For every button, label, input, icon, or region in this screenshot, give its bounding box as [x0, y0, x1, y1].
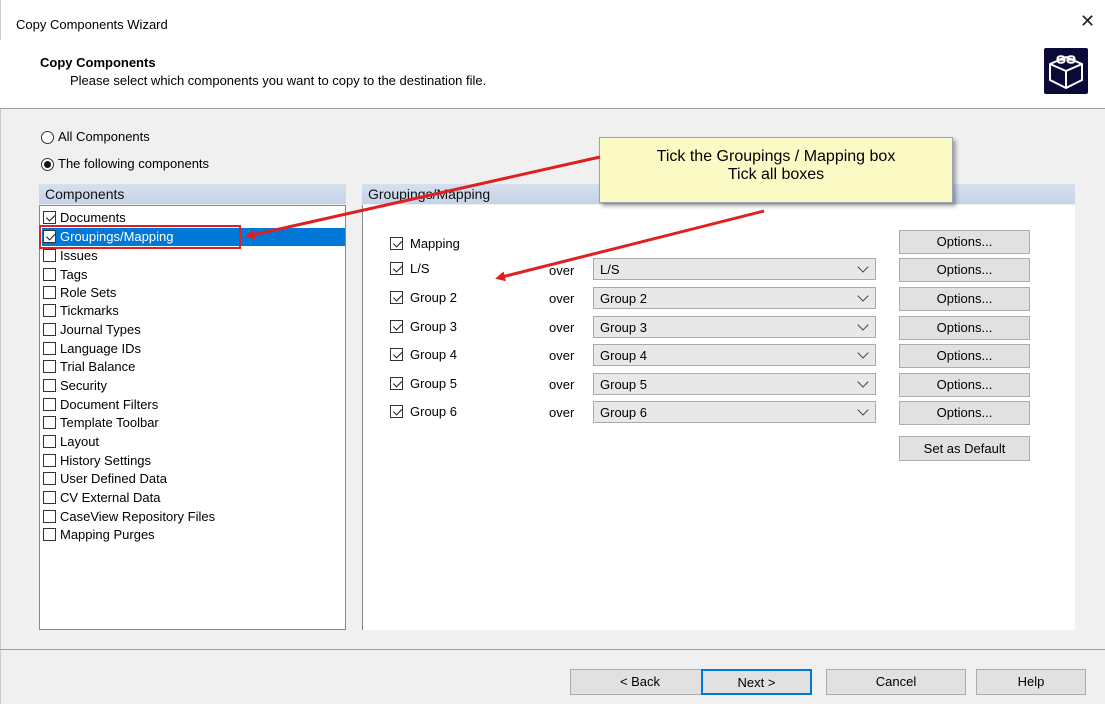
list-item[interactable]: Issues [42, 247, 345, 265]
checkbox-icon[interactable] [43, 398, 56, 411]
over-label: over [549, 320, 575, 335]
list-item[interactable]: Journal Types [42, 321, 345, 339]
group5-options-button[interactable]: Options... [899, 373, 1030, 397]
ls-options-button[interactable]: Options... [899, 258, 1030, 282]
callout-line-1: Tick the Groupings / Mapping box [656, 148, 896, 165]
checkbox-icon[interactable] [43, 360, 56, 373]
checkbox-icon[interactable] [43, 268, 56, 281]
chevron-down-icon [857, 404, 869, 416]
group6-checkbox[interactable] [390, 405, 403, 418]
components-header: Components [39, 184, 346, 204]
list-item[interactable]: Document Filters [42, 396, 345, 414]
list-item[interactable]: Tags [42, 266, 345, 284]
checkbox-icon[interactable] [43, 379, 56, 392]
list-item[interactable]: Security [42, 377, 345, 395]
checkbox-icon[interactable] [43, 472, 56, 485]
close-icon[interactable]: ✕ [1080, 11, 1095, 31]
list-item[interactable]: Tickmarks [42, 302, 345, 320]
group4-label: Group 4 [410, 347, 457, 362]
group3-options-button[interactable]: Options... [899, 316, 1030, 340]
group4-dropdown[interactable]: Group 4 [593, 344, 876, 366]
following-components-label[interactable]: The following components [58, 156, 209, 171]
group2-checkbox[interactable] [390, 291, 403, 304]
ls-dropdown-value: L/S [600, 262, 620, 277]
checkbox-icon[interactable] [43, 491, 56, 504]
group2-label: Group 2 [410, 290, 457, 305]
list-item[interactable]: Template Toolbar [42, 414, 345, 432]
list-item[interactable]: CaseView Repository Files [42, 508, 345, 526]
over-label: over [549, 405, 575, 420]
group6-dropdown[interactable]: Group 6 [593, 401, 876, 423]
checkbox-icon[interactable] [43, 323, 56, 336]
over-label: over [549, 377, 575, 392]
checkbox-icon[interactable] [43, 510, 56, 523]
group5-dropdown[interactable]: Group 5 [593, 373, 876, 395]
chevron-down-icon [857, 347, 869, 359]
mapping-options-button[interactable]: Options... [899, 230, 1030, 254]
chevron-down-icon [857, 319, 869, 331]
page-description: Please select which components you want … [70, 73, 487, 88]
ls-checkbox[interactable] [390, 262, 403, 275]
ls-dropdown[interactable]: L/S [593, 258, 876, 280]
group4-checkbox[interactable] [390, 348, 403, 361]
cancel-button[interactable]: Cancel [826, 669, 966, 695]
group6-dropdown-value: Group 6 [600, 405, 647, 420]
group4-options-button[interactable]: Options... [899, 344, 1030, 368]
chevron-down-icon [857, 290, 869, 302]
list-item[interactable]: Trial Balance [42, 358, 345, 376]
list-item[interactable]: Layout [42, 433, 345, 451]
components-list[interactable]: Documents Groupings/Mapping Issues Tags … [39, 205, 346, 630]
checkbox-icon[interactable] [43, 249, 56, 262]
group3-dropdown-value: Group 3 [600, 320, 647, 335]
over-label: over [549, 263, 575, 278]
all-components-radio[interactable] [41, 131, 54, 144]
over-label: over [549, 291, 575, 306]
group4-dropdown-value: Group 4 [600, 348, 647, 363]
checkbox-icon[interactable] [43, 454, 56, 467]
list-item[interactable]: Language IDs [42, 340, 345, 358]
list-item[interactable]: History Settings [42, 452, 345, 470]
annotation-callout: Tick the Groupings / Mapping box Tick al… [599, 137, 953, 203]
group3-label: Group 3 [410, 319, 457, 334]
page-title: Copy Components [40, 55, 156, 70]
checkbox-icon[interactable] [43, 342, 56, 355]
group2-dropdown[interactable]: Group 2 [593, 287, 876, 309]
group3-dropdown[interactable]: Group 3 [593, 316, 876, 338]
mapping-label: Mapping [410, 236, 460, 251]
list-item[interactable]: CV External Data [42, 489, 345, 507]
over-label: over [549, 348, 575, 363]
list-item[interactable]: User Defined Data [42, 470, 345, 488]
checkbox-icon[interactable] [43, 304, 56, 317]
checkbox-icon[interactable] [43, 435, 56, 448]
checkbox-icon[interactable] [43, 211, 56, 224]
group6-options-button[interactable]: Options... [899, 401, 1030, 425]
annotation-highlight-box [39, 225, 241, 249]
group5-checkbox[interactable] [390, 377, 403, 390]
checkbox-icon[interactable] [43, 416, 56, 429]
following-components-radio[interactable] [41, 158, 54, 171]
group5-dropdown-value: Group 5 [600, 377, 647, 392]
next-button[interactable]: Next > [701, 669, 812, 695]
group3-checkbox[interactable] [390, 320, 403, 333]
window-title: Copy Components Wizard [16, 17, 168, 32]
all-components-label[interactable]: All Components [58, 129, 150, 144]
lego-cube-icon [1044, 48, 1088, 94]
ls-label: L/S [410, 261, 430, 276]
set-as-default-button[interactable]: Set as Default [899, 436, 1030, 461]
checkbox-icon[interactable] [43, 528, 56, 541]
mapping-checkbox[interactable] [390, 237, 403, 250]
chevron-down-icon [857, 261, 869, 273]
list-item[interactable]: Mapping Purges [42, 526, 345, 544]
group2-options-button[interactable]: Options... [899, 287, 1030, 311]
group6-label: Group 6 [410, 404, 457, 419]
group5-label: Group 5 [410, 376, 457, 391]
back-button[interactable]: < Back [570, 669, 710, 695]
checkbox-icon[interactable] [43, 286, 56, 299]
chevron-down-icon [857, 376, 869, 388]
list-item[interactable]: Role Sets [42, 284, 345, 302]
group2-dropdown-value: Group 2 [600, 291, 647, 306]
callout-line-2: Tick all boxes [727, 166, 825, 183]
help-button[interactable]: Help [976, 669, 1086, 695]
